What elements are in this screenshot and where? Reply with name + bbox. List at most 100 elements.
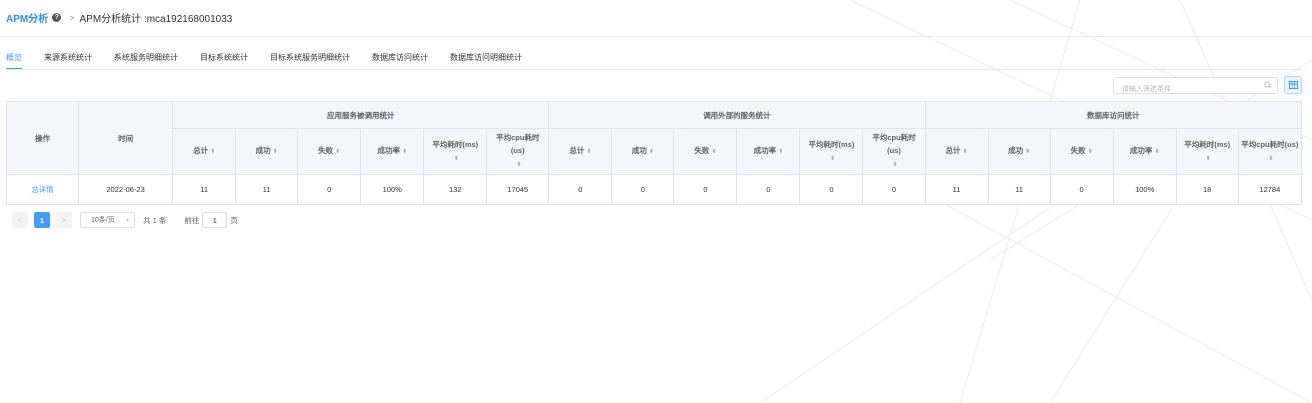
- header-label: 成功: [1008, 146, 1024, 155]
- ext-total-cell: 0: [548, 174, 613, 205]
- breadcrumb: APM分析 ? > APM分析统计 :mca192168001033: [6, 10, 233, 26]
- sortable-header-avg-cpu[interactable]: 平均cpu耗时(us) ⬍: [486, 128, 550, 175]
- app-avg-cpu-cell: 17045: [486, 174, 550, 205]
- sort-icon: ⬍: [1025, 149, 1031, 155]
- filter-search-input[interactable]: [1122, 82, 1262, 97]
- group-header-db-access: 数据库访问统计: [924, 101, 1303, 129]
- sort-icon: ⬍: [778, 149, 784, 155]
- tab-target-system[interactable]: 目标系统统计: [200, 51, 248, 69]
- sort-icon: ⬍: [962, 149, 968, 155]
- sort-icon: ⬍: [1087, 149, 1093, 155]
- sortable-header-success[interactable]: 成功 ⬍: [987, 128, 1051, 175]
- app-total-cell: 11: [172, 174, 237, 205]
- tab-system-service-detail[interactable]: 系统服务明细统计: [114, 51, 178, 69]
- header-label: 失败: [1070, 146, 1086, 155]
- total-prefix: 共: [143, 215, 151, 225]
- sort-icon: ⬍: [892, 162, 898, 168]
- group-header-external-service: 调用外部的服务统计: [548, 101, 926, 129]
- sort-icon: ⬍: [272, 149, 278, 155]
- pagination: < 1 > 10条/页 ▾ 共 1 条 前往 1 页: [12, 212, 238, 228]
- header-label: 成功率: [753, 146, 777, 155]
- sortable-header-avg-time[interactable]: 平均耗时(ms) ⬍: [799, 128, 864, 175]
- db-success-cell: 11: [987, 174, 1051, 205]
- chevron-right-icon: >: [69, 12, 75, 23]
- sort-icon: ⬍: [516, 162, 522, 168]
- column-settings-button[interactable]: [1284, 76, 1302, 94]
- sortable-header-success-rate[interactable]: 成功率 ⬍: [736, 128, 801, 175]
- prev-page-button[interactable]: <: [12, 212, 28, 228]
- goto-label: 前往: [184, 215, 200, 225]
- tab-db-access[interactable]: 数据库访问统计: [372, 51, 428, 69]
- sortable-header-avg-cpu[interactable]: 平均cpu耗时(us) ⬍: [1237, 128, 1303, 175]
- header-label: 平均cpu耗时(us): [1241, 139, 1299, 149]
- breadcrumb-current: APM分析统计 :mca192168001033: [79, 14, 233, 25]
- sortable-header-fail[interactable]: 失败 ⬍: [297, 128, 362, 175]
- sort-icon: ⬍: [829, 155, 835, 162]
- filter-search-box: [1113, 77, 1278, 97]
- sort-icon: ⬍: [335, 149, 341, 155]
- total-suffix: 条: [158, 215, 167, 225]
- sort-icon: ⬍: [711, 149, 717, 155]
- next-page-button[interactable]: >: [56, 212, 72, 228]
- sortable-header-success[interactable]: 成功 ⬍: [235, 128, 299, 175]
- page-header: APM分析 ? > APM分析统计 :mca192168001033: [0, 0, 1312, 37]
- detail-link[interactable]: 总详情: [31, 185, 54, 194]
- ext-avg-cpu-cell: 0: [862, 174, 926, 205]
- tab-db-access-detail[interactable]: 数据库访问明细统计: [450, 51, 522, 69]
- sort-icon: ⬍: [210, 149, 216, 155]
- app-avg-time-cell: 132: [423, 174, 488, 205]
- header-label: 平均cpu耗时(us): [496, 133, 540, 155]
- table-row: 总详情 2022-06-23 11 11 0 100% 132 17045 0 …: [5, 174, 1303, 205]
- ext-success-rate-cell: 0: [736, 174, 801, 205]
- sort-icon: ⬍: [1205, 155, 1211, 162]
- sort-icon: ⬍: [1268, 155, 1274, 162]
- db-total-cell: 11: [924, 174, 989, 205]
- tab-source-system[interactable]: 来源系统统计: [44, 51, 92, 69]
- goto-suffix: 页: [230, 215, 238, 225]
- sortable-header-total[interactable]: 总计 ⬍: [924, 128, 989, 175]
- header-label: 成功率: [1129, 146, 1153, 155]
- sortable-header-total[interactable]: 总计 ⬍: [548, 128, 613, 175]
- sortable-header-fail[interactable]: 失败 ⬍: [673, 128, 738, 175]
- column-header-time: 时间: [78, 101, 174, 175]
- header-label: 平均耗时(ms): [1184, 139, 1231, 149]
- app-success-rate-cell: 100%: [360, 174, 425, 205]
- ext-avg-time-cell: 0: [799, 174, 864, 205]
- sortable-header-fail[interactable]: 失败 ⬍: [1049, 128, 1114, 175]
- action-cell: 总详情: [5, 174, 80, 205]
- total-count: 共 1 条: [143, 215, 166, 226]
- header-label: 总计: [193, 146, 209, 155]
- tab-overview[interactable]: 概览: [6, 51, 22, 69]
- chevron-left-icon: <: [17, 215, 23, 225]
- grid-icon: [1288, 81, 1298, 89]
- sortable-header-success[interactable]: 成功 ⬍: [611, 128, 675, 175]
- page-number-current[interactable]: 1: [34, 212, 50, 228]
- sortable-header-success-rate[interactable]: 成功率 ⬍: [360, 128, 425, 175]
- header-label: 成功率: [377, 146, 400, 155]
- breadcrumb-app-link[interactable]: APM分析: [6, 10, 48, 25]
- search-icon[interactable]: [1264, 81, 1272, 89]
- header-label: 总计: [945, 146, 961, 155]
- header-label: 成功: [255, 146, 271, 155]
- db-avg-time-cell: 18: [1175, 174, 1239, 205]
- time-cell: 2022-06-23: [78, 174, 174, 205]
- app-fail-cell: 0: [297, 174, 362, 205]
- help-icon[interactable]: ?: [52, 13, 62, 22]
- sortable-header-total[interactable]: 总计 ⬍: [172, 128, 237, 175]
- page-size-value: 10条/页: [91, 217, 115, 224]
- sortable-header-avg-cpu[interactable]: 平均cpu耗时(us) ⬍: [862, 128, 926, 175]
- sortable-header-success-rate[interactable]: 成功率 ⬍: [1112, 128, 1177, 175]
- tab-target-service-detail[interactable]: 目标系统服务明细统计: [270, 51, 350, 69]
- db-fail-cell: 0: [1049, 174, 1114, 205]
- sortable-header-avg-time[interactable]: 平均耗时(ms) ⬍: [1175, 128, 1239, 175]
- ext-fail-cell: 0: [673, 174, 738, 205]
- sort-icon: ⬍: [586, 149, 592, 155]
- page-size-select[interactable]: 10条/页 ▾: [80, 212, 135, 228]
- sortable-header-avg-time[interactable]: 平均耗时(ms) ⬍: [423, 128, 488, 175]
- goto-page-input[interactable]: 1: [202, 212, 228, 228]
- total-value: 1: [152, 215, 157, 225]
- db-avg-cpu-cell: 12784: [1237, 174, 1303, 205]
- header-label: 成功: [631, 146, 647, 155]
- header-label: 失败: [694, 146, 710, 155]
- sort-icon: ⬍: [648, 149, 654, 155]
